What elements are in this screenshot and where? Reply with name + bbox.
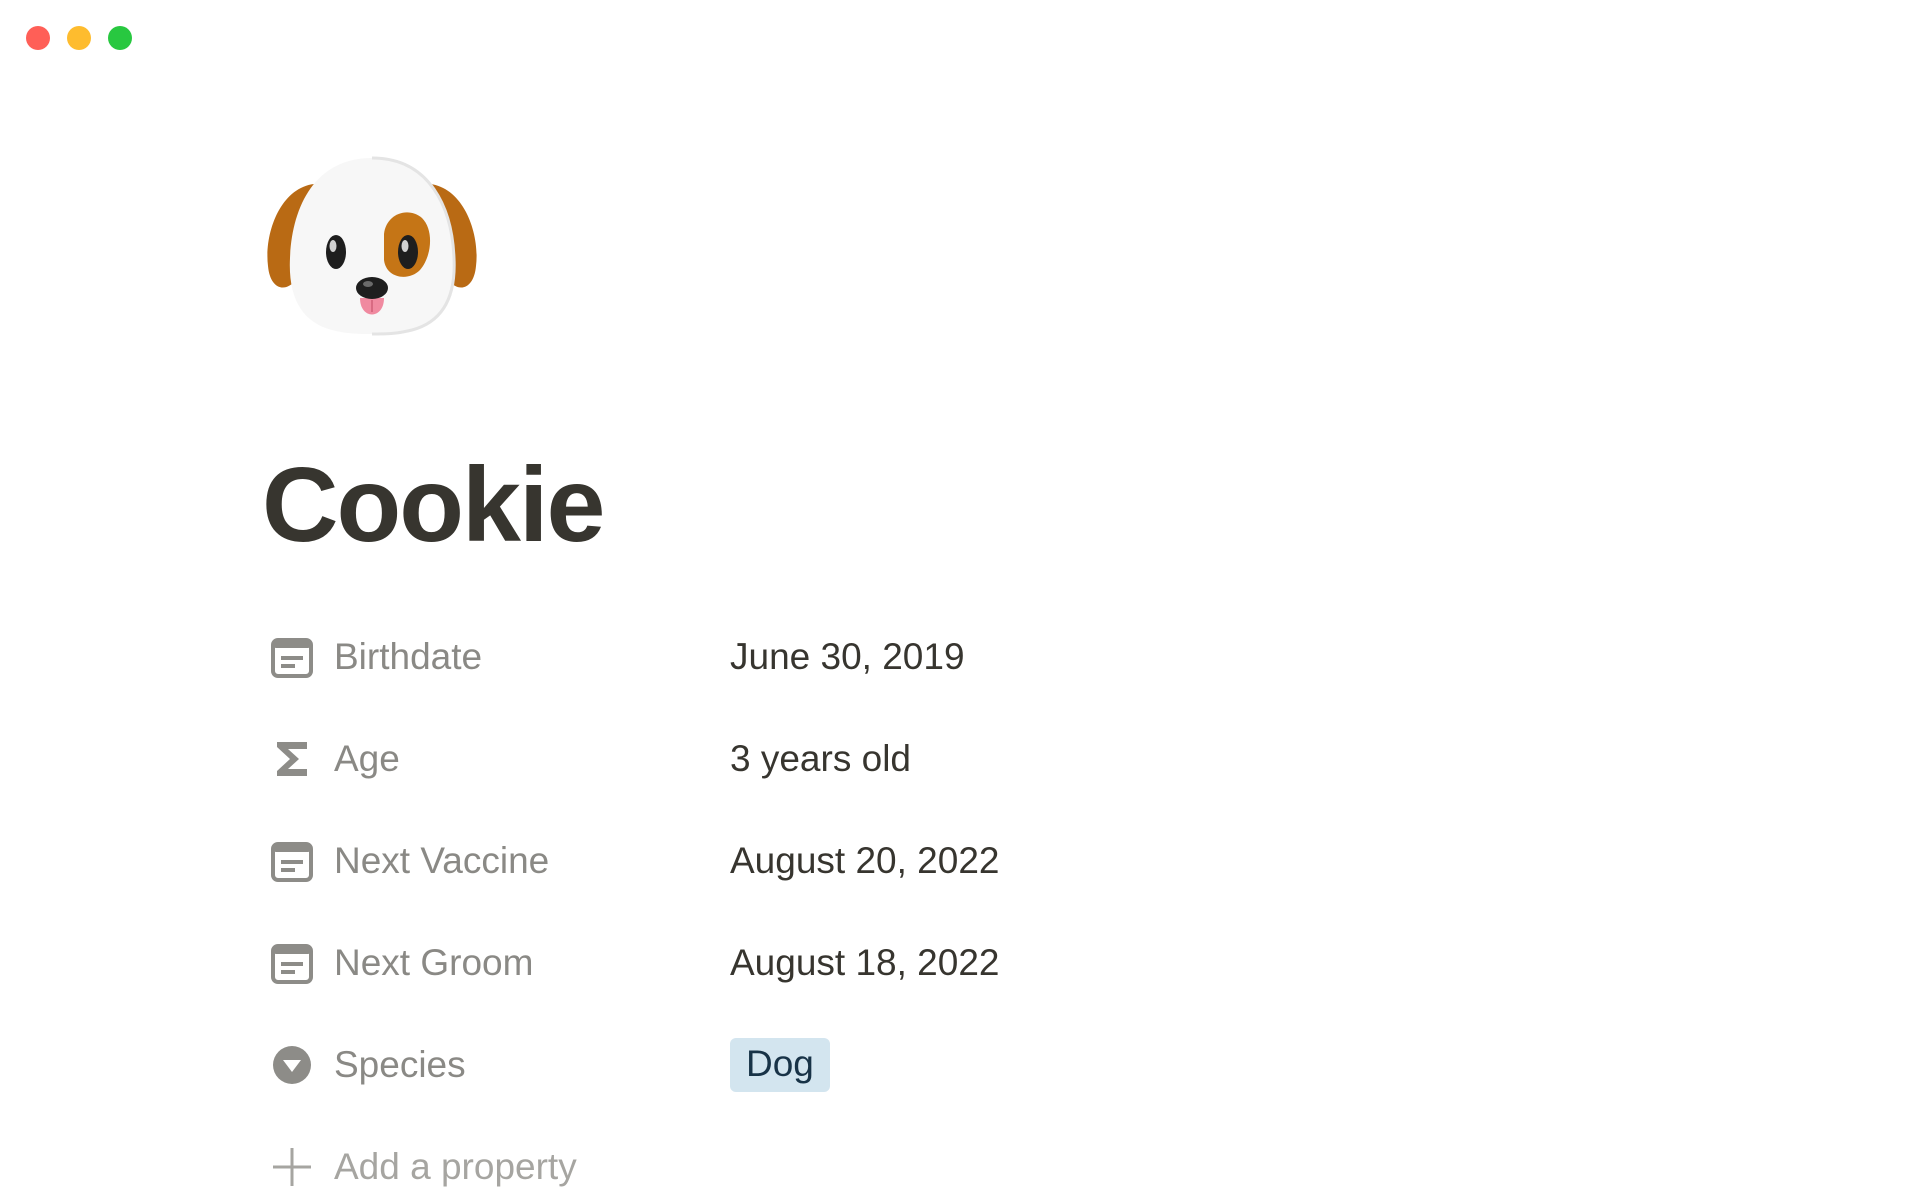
property-row-birthdate[interactable]: Birthdate June 30, 2019 <box>268 606 1468 708</box>
property-label[interactable]: Next Vaccine <box>268 837 730 885</box>
property-name: Birthdate <box>334 636 483 677</box>
select-icon <box>268 1041 316 1089</box>
window-controls <box>26 26 132 50</box>
zoom-window-button[interactable] <box>108 26 132 50</box>
add-property-label: Add a property <box>334 1146 577 1187</box>
property-name: Next Groom <box>334 942 534 983</box>
calendar-icon <box>268 837 316 885</box>
property-value[interactable]: August 18, 2022 <box>730 942 1000 984</box>
property-value[interactable]: June 30, 2019 <box>730 636 965 678</box>
property-value[interactable]: August 20, 2022 <box>730 840 1000 882</box>
page-title[interactable]: Cookie <box>262 440 605 570</box>
property-row-next-vaccine[interactable]: Next Vaccine August 20, 2022 <box>268 810 1468 912</box>
dog-face-icon[interactable] <box>262 148 482 348</box>
property-row-age[interactable]: Age 3 years old <box>268 708 1468 810</box>
minimize-window-button[interactable] <box>67 26 91 50</box>
property-list: Birthdate June 30, 2019 Age 3 years old <box>268 606 1468 1200</box>
property-row-species[interactable]: Species Dog <box>268 1014 1468 1116</box>
property-label[interactable]: Next Groom <box>268 939 730 987</box>
calendar-icon <box>268 939 316 987</box>
add-property-button[interactable]: Add a property <box>268 1116 1468 1200</box>
property-name: Next Vaccine <box>334 840 550 881</box>
plus-icon <box>268 1143 316 1191</box>
close-window-button[interactable] <box>26 26 50 50</box>
property-name: Species <box>334 1044 466 1085</box>
property-row-next-groom[interactable]: Next Groom August 18, 2022 <box>268 912 1468 1014</box>
property-name: Age <box>334 738 400 779</box>
property-label[interactable]: Birthdate <box>268 633 730 681</box>
property-label[interactable]: Age <box>268 735 730 783</box>
property-value[interactable]: 3 years old <box>730 738 911 780</box>
calendar-icon <box>268 633 316 681</box>
property-label[interactable]: Species <box>268 1041 730 1089</box>
sigma-icon <box>268 735 316 783</box>
app-window: Cookie Birthdate June 30, 2019 Age 3 yea… <box>0 0 1920 1200</box>
species-tag[interactable]: Dog <box>730 1038 830 1092</box>
